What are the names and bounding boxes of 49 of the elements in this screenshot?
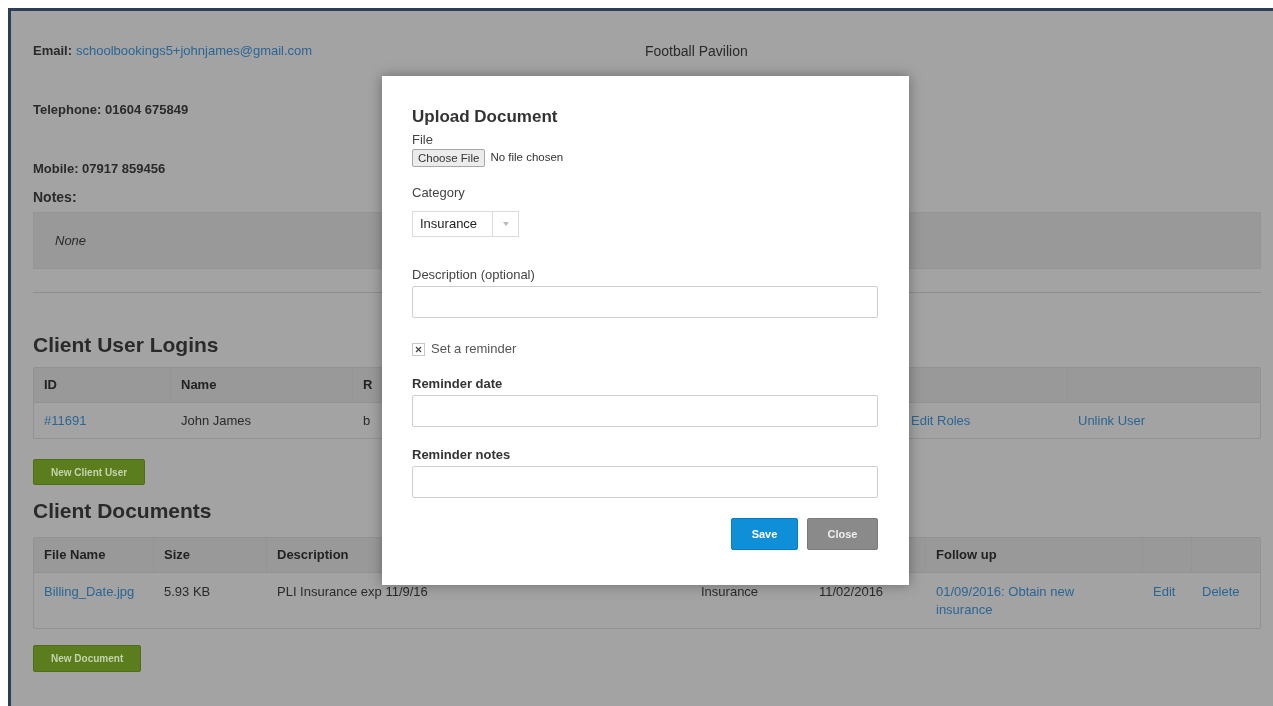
table-link[interactable]: Billing_Date.jpg (44, 583, 135, 601)
table-link[interactable]: #11691 (44, 410, 87, 431)
field-label: Category (412, 185, 466, 201)
reminder-date-field[interactable] (412, 395, 878, 427)
reminder-notes-field[interactable] (412, 466, 878, 498)
category-select[interactable]: Insurance (412, 211, 519, 237)
address-line: Football Pavilion (645, 42, 748, 61)
choose-file-button[interactable]: Choose File (412, 149, 486, 167)
dialog-title: Upload Document (412, 106, 559, 128)
column-header: R (363, 376, 373, 395)
table-link[interactable]: 01/09/2016: Obtain new insurance (936, 583, 1133, 619)
table-link[interactable]: Edit (1153, 583, 1176, 601)
table-cell-text: b (363, 411, 371, 430)
table-link[interactable]: Unlink User (1078, 410, 1146, 431)
file-status: No file chosen (490, 150, 564, 166)
column-header: Size (164, 546, 190, 565)
table-cell: Insurance (701, 584, 759, 599)
save-button[interactable]: Save (731, 518, 798, 550)
description-field[interactable] (412, 286, 878, 318)
new-client-user-button[interactable]: New Client User (33, 459, 146, 485)
notes-label: Notes: (33, 187, 77, 207)
table-cell-text: John James (181, 411, 252, 430)
check-cross-icon (415, 345, 422, 353)
caret-icon (502, 222, 509, 226)
close-button[interactable]: Close (807, 518, 878, 550)
field-label: File (412, 132, 434, 148)
table-cell: 11/02/2016 (819, 584, 884, 599)
email-link[interactable]: schoolbookings5+johnjames@gmail.com (76, 41, 313, 61)
table-cell: 5.93 KB (164, 584, 211, 599)
field-label: Description (optional) (412, 267, 536, 283)
reminder-label: Set a reminder (431, 340, 517, 359)
column-header: Name (181, 376, 217, 395)
email-label: Email: (33, 42, 72, 61)
section-heading: Client Documents (33, 498, 212, 525)
field-label: Reminder date (412, 376, 504, 392)
column-header: File Name (44, 546, 106, 565)
column-header: Description (277, 546, 349, 565)
field-label: Reminder notes (412, 447, 512, 463)
section-heading: Client User Logins (33, 332, 219, 359)
new-document-button[interactable]: New Document (33, 645, 142, 672)
table-link[interactable]: Delete (1202, 583, 1240, 601)
column-header: Follow up (936, 546, 997, 565)
mobile-text: Mobile: 07917 859456 (33, 160, 166, 179)
notes-text: None (55, 231, 87, 250)
table-link[interactable]: Edit Roles (911, 410, 971, 431)
column-header: ID (44, 376, 57, 395)
reminder-checkbox[interactable] (412, 342, 425, 356)
telephone-text: Telephone: 01604 675849 (33, 101, 189, 120)
table-cell: PLI Insurance exp 11/9/16 (277, 584, 428, 599)
